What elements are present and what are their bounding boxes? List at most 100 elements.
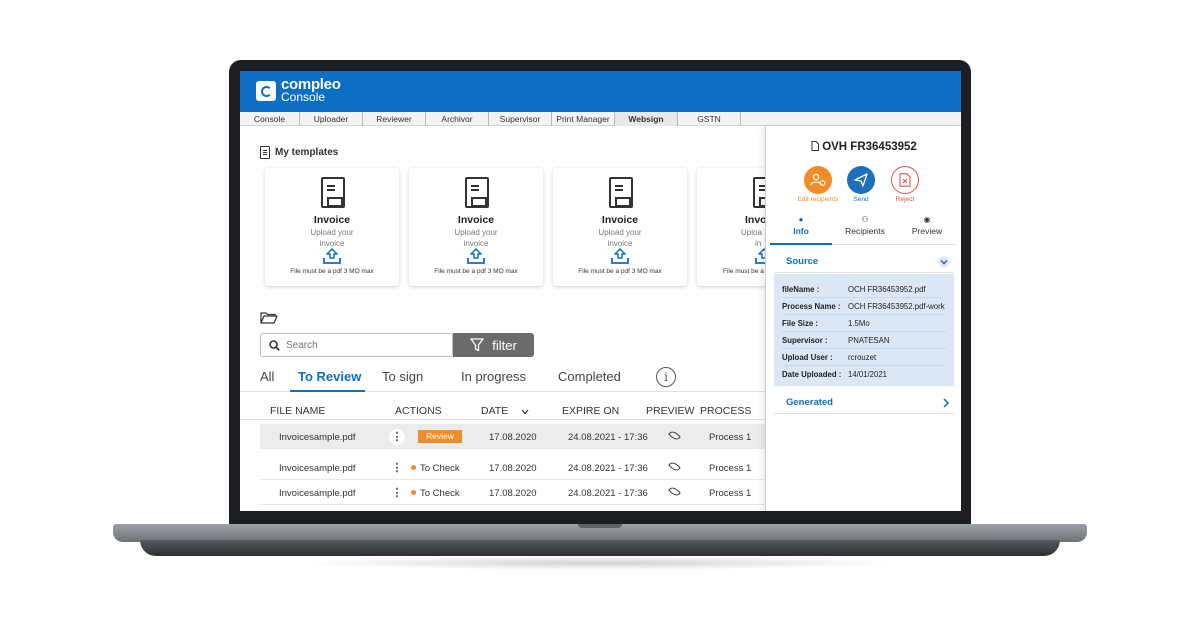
detail-key: Process Name : [782, 302, 841, 311]
tab-info-label: Info [793, 226, 809, 236]
tab-to-sign[interactable]: To sign [382, 369, 423, 384]
status-to-check: To Check [411, 488, 460, 499]
file-name[interactable]: Invoicesample.pdf [279, 432, 356, 443]
topnav-uploader[interactable]: Uploader [300, 112, 363, 126]
detail-key: fileName : [782, 285, 820, 294]
detail-value: 14/01/2021 [848, 370, 888, 379]
laptop-base-bottom [140, 540, 1060, 556]
topnav-console[interactable]: Console [240, 112, 300, 126]
source-accordion[interactable]: Source [774, 251, 954, 273]
table-header: FILE NAME ACTIONS DATE EXPIRE ON PREVIEW… [240, 404, 765, 420]
panel-title-text: OVH FR36453952 [822, 141, 917, 153]
status-dot [411, 490, 416, 495]
preview-eye-icon[interactable] [668, 485, 681, 498]
search-box [260, 333, 453, 357]
template-sub1: Uploa [741, 228, 762, 237]
tab-info[interactable]: ● Info [770, 214, 832, 236]
topnav-archivor[interactable]: Archivor [426, 112, 489, 126]
header-date[interactable]: DATE [481, 405, 508, 417]
preview-eye-icon[interactable] [668, 429, 681, 442]
template-title: Invoice [457, 214, 495, 226]
generated-accordion[interactable]: Generated [774, 392, 954, 414]
preview-eye-icon[interactable] [668, 460, 681, 473]
tab-to-review[interactable]: To Review [298, 369, 361, 384]
reject-button[interactable]: Reject [879, 166, 931, 203]
compleo-logo[interactable]: compleo Console [256, 77, 341, 103]
logo-mark-icon [256, 81, 276, 101]
tab-completed[interactable]: Completed [558, 369, 621, 384]
tab-preview-label: Preview [911, 226, 943, 236]
detail-divider [782, 297, 946, 298]
tab-in-progress[interactable]: In progress [461, 369, 526, 384]
file-process: Process 1 [709, 488, 752, 499]
template-sub2: invoice [319, 239, 345, 248]
source-details: fileName : OCH FR36453952.pdf Process Nam… [774, 274, 954, 386]
template-sub2: in [755, 239, 762, 248]
row-menu-icon[interactable]: ⋮ [389, 485, 405, 501]
status-dot [411, 465, 416, 470]
detail-divider [782, 331, 946, 332]
chevron-down-icon[interactable] [521, 409, 529, 415]
file-expire: 24.08.2021 - 17:36 [568, 432, 648, 443]
eye-icon: ◉ [923, 215, 931, 224]
filter-button[interactable]: filter [453, 333, 534, 357]
app-header: compleo Console [240, 71, 961, 112]
tab-all[interactable]: All [260, 369, 274, 384]
row-menu-icon[interactable]: ⋮ [389, 429, 405, 445]
tab-preview[interactable]: ◉ Preview [896, 214, 958, 236]
header-file-name[interactable]: FILE NAME [270, 405, 325, 417]
document-icon [260, 146, 270, 159]
topnav-gstn[interactable]: GSTN [678, 112, 741, 126]
top-nav: Console Uploader Reviewer Archivor Super… [240, 112, 961, 126]
template-subtitle: Upload your invoice [265, 227, 399, 249]
status-label: To Check [420, 488, 460, 499]
recipients-icon: ⚇ [861, 215, 869, 224]
logo-text: compleo Console [281, 77, 341, 103]
header-preview: PREVIEW [646, 405, 695, 417]
review-badge[interactable]: Review [418, 430, 462, 443]
topnav-supervisor[interactable]: Supervisor [489, 112, 552, 126]
file-expire: 24.08.2021 - 17:36 [568, 488, 648, 499]
topnav-reviewer[interactable]: Reviewer [363, 112, 426, 126]
info-icon[interactable]: i [656, 367, 676, 387]
chevron-right-icon[interactable] [942, 398, 950, 408]
invoice-document-icon [321, 177, 345, 208]
template-card[interactable]: Invoice Upload your invoice File must be … [265, 168, 399, 286]
upload-icon[interactable] [467, 248, 485, 264]
template-card[interactable]: Invoice Upload your invoice File must be … [553, 168, 687, 286]
detail-value: PNATESAN [848, 336, 890, 345]
table-row[interactable]: Invoicesample.pdf ⋮ To Check 17.08.2020 … [260, 455, 765, 480]
template-note: File must be a pdf 3 MO max [434, 268, 518, 275]
table-row[interactable]: Invoicesample.pdf ⋮ Review 17.08.2020 24… [260, 424, 765, 449]
file-name[interactable]: Invoicesample.pdf [279, 488, 356, 499]
folder-icon[interactable] [260, 311, 278, 324]
active-panel-tab-indicator [770, 243, 832, 245]
row-menu-icon[interactable]: ⋮ [389, 460, 405, 476]
status-to-check: To Check [411, 463, 460, 474]
detail-divider [782, 348, 946, 349]
header-process[interactable]: PROCESS [700, 405, 751, 417]
chevron-down-icon[interactable] [938, 256, 950, 268]
detail-key: Upload User : [782, 353, 833, 362]
tab-recipients[interactable]: ⚇ Recipients [834, 214, 896, 236]
status-tabs: All To Review To sign In progress Comple… [240, 364, 765, 392]
upload-icon[interactable] [611, 248, 629, 264]
detail-value: OCH FR36453952.pdf-work [848, 302, 945, 311]
topnav-websign[interactable]: Websign [615, 112, 678, 126]
active-tab-indicator [290, 390, 365, 392]
detail-panel: OVH FR36453952 Edit recipients Send Reje… [765, 126, 961, 511]
header-actions: ACTIONS [395, 405, 442, 417]
search-input[interactable] [286, 339, 436, 351]
template-card[interactable]: Invoice Upload your invoice File must be … [409, 168, 543, 286]
table-row[interactable]: Invoicesample.pdf ⋮ To Check 17.08.2020 … [260, 480, 765, 505]
detail-value: rcrouzet [848, 353, 877, 362]
file-name[interactable]: Invoicesample.pdf [279, 463, 356, 474]
topnav-print-manager[interactable]: Print Manager [552, 112, 615, 126]
panel-title: OVH FR36453952 [766, 141, 961, 153]
file-date: 17.08.2020 [489, 432, 537, 443]
header-expire-on[interactable]: EXPIRE ON [562, 405, 619, 417]
detail-value: 1.5Mo [848, 319, 870, 328]
upload-icon[interactable] [323, 248, 341, 264]
tab-recipients-label: Recipients [845, 226, 885, 236]
reject-label: Reject [895, 196, 915, 203]
